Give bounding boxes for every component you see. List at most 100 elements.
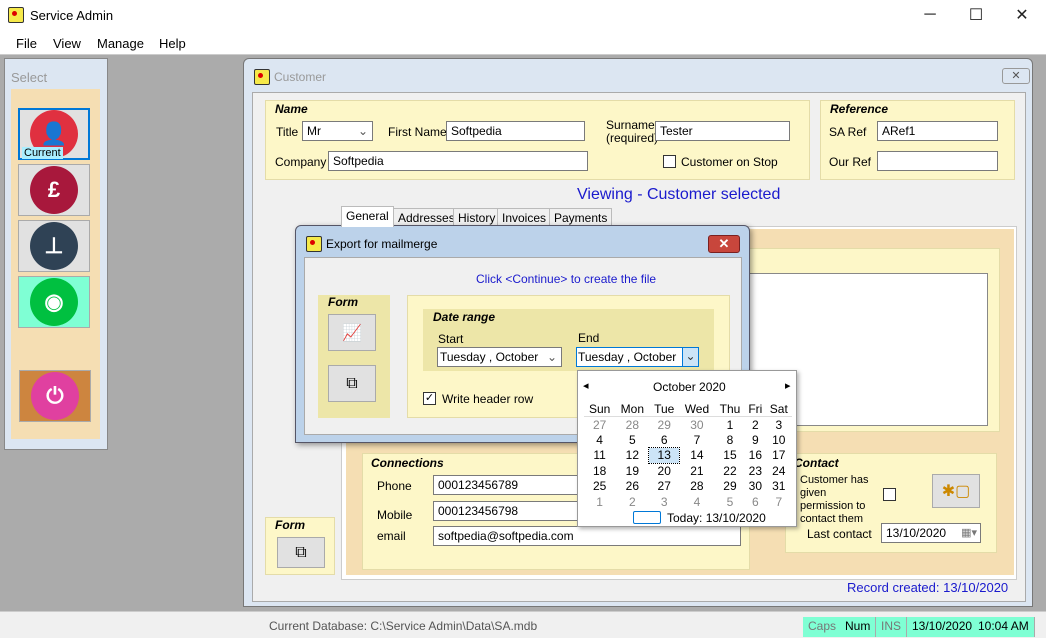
form-copy-button[interactable]: ⧉ <box>277 537 325 568</box>
customer-close-button[interactable]: ✕ <box>1002 68 1030 84</box>
calendar-day[interactable]: 6 <box>649 432 679 448</box>
calendar-day[interactable]: 27 <box>584 417 615 433</box>
last-contact-value: 13/10/2020 <box>886 526 947 540</box>
calendar-popup: ◂ October 2020 ▸ Sun Mon Tue Wed Thu Fri Sat 2… <box>577 370 797 527</box>
calendar-day[interactable]: 22 <box>715 463 745 479</box>
weekday-header: Wed <box>679 401 715 417</box>
calendar-month[interactable]: October 2020 <box>653 380 726 394</box>
calendar-day[interactable]: 2 <box>745 417 765 433</box>
calendar-day[interactable]: 30 <box>679 417 715 433</box>
continue-button[interactable]: 📈 <box>328 314 376 351</box>
calendar-day[interactable]: 5 <box>615 432 649 448</box>
calendar-day[interactable]: 11 <box>584 448 615 464</box>
title-select[interactable]: Mr ⌄ <box>302 121 373 141</box>
start-date-value: Tuesday , October <box>440 350 539 364</box>
sa-ref-label: SA Ref <box>829 125 867 139</box>
sa-ref-input[interactable]: ARef1 <box>877 121 998 141</box>
mobile-input[interactable]: 000123456798 <box>433 501 578 521</box>
menu-manage[interactable]: Manage <box>97 36 144 51</box>
calendar-day[interactable]: 27 <box>649 479 679 495</box>
calendar-day[interactable]: 12 <box>615 448 649 464</box>
power-button[interactable]: ⏻ <box>19 370 91 422</box>
email-input[interactable]: softpedia@softpedia.com <box>433 526 741 546</box>
menu-help[interactable]: Help <box>159 36 186 51</box>
calendar-grid: Sun Mon Tue Wed Thu Fri Sat 27 28 29 30 1 2 3 4 5 6 7 8 9 1… <box>584 401 792 510</box>
menu-view[interactable]: View <box>53 36 81 51</box>
write-header-checkbox[interactable]: ✓ <box>423 392 436 405</box>
maximize-button[interactable]: ☐ <box>953 0 999 30</box>
calendar-day[interactable]: 21 <box>679 463 715 479</box>
permission-checkbox[interactable] <box>883 488 896 501</box>
chevron-down-icon[interactable]: ⌄ <box>682 348 698 366</box>
calendar-day[interactable]: 15 <box>715 448 745 464</box>
company-input[interactable]: Softpedia <box>328 151 588 171</box>
chevron-down-icon: ⌄ <box>357 124 368 138</box>
last-contact-date[interactable]: 13/10/2020 ▦▾ <box>881 523 981 543</box>
title-value: Mr <box>307 124 321 138</box>
calendar-day[interactable]: 30 <box>745 479 765 495</box>
email-label: email <box>377 529 406 543</box>
calendar-day[interactable]: 29 <box>649 417 679 433</box>
calendar-day[interactable]: 31 <box>766 479 792 495</box>
calendar-icon: ▦▾ <box>961 527 977 539</box>
calendar-day[interactable]: 28 <box>679 479 715 495</box>
nav-current-button[interactable]: 👤 Current <box>18 108 90 160</box>
calendar-day[interactable]: 18 <box>584 463 615 479</box>
calendar-day[interactable]: 29 <box>715 479 745 495</box>
calendar-day[interactable]: 9 <box>745 432 765 448</box>
calendar-day[interactable]: 26 <box>615 479 649 495</box>
start-date-picker[interactable]: Tuesday , October ⌄ <box>437 347 562 367</box>
calendar-day[interactable]: 8 <box>715 432 745 448</box>
calendar-day[interactable]: 3 <box>649 494 679 510</box>
prev-month-icon[interactable]: ◂ <box>583 379 589 392</box>
calendar-day[interactable]: 13 <box>648 446 681 464</box>
calendar-day[interactable]: 3 <box>766 417 792 433</box>
dialog-close-button[interactable]: ✕ <box>708 235 740 253</box>
calendar-day[interactable]: 16 <box>745 448 765 464</box>
nav-disc-button[interactable]: ◉ <box>18 276 90 328</box>
power-icon: ⏻ <box>31 372 79 420</box>
weekday-header: Fri <box>745 401 766 417</box>
nav-hierarchy-button[interactable]: ⊥ <box>18 220 90 272</box>
new-contact-button[interactable]: ✱▢ <box>932 474 980 508</box>
menu-file[interactable]: File <box>16 36 37 51</box>
copy-button[interactable]: ⧉ <box>328 365 376 402</box>
calendar-day[interactable]: 25 <box>584 479 615 495</box>
calendar-day[interactable]: 4 <box>584 432 615 448</box>
next-month-icon[interactable]: ▸ <box>785 379 791 392</box>
calendar-week: 27 28 29 30 1 2 3 <box>584 417 792 433</box>
customer-on-stop-checkbox[interactable] <box>663 155 676 168</box>
our-ref-input[interactable] <box>877 151 998 171</box>
calendar-day[interactable]: 2 <box>615 494 649 510</box>
calendar-day[interactable]: 14 <box>679 448 715 464</box>
calendar-day[interactable]: 17 <box>766 448 792 464</box>
calendar-day[interactable]: 20 <box>649 463 679 479</box>
calendar-day[interactable]: 7 <box>679 432 715 448</box>
title-label: Title <box>276 125 299 139</box>
phone-input[interactable]: 000123456789 <box>433 475 578 495</box>
today-marker <box>633 511 661 524</box>
calendar-day[interactable]: 5 <box>715 494 745 510</box>
close-button[interactable]: ✕ <box>999 0 1045 30</box>
today-link[interactable]: Today: 13/10/2020 <box>667 511 766 525</box>
end-date-picker[interactable]: Tuesday , October ⌄ <box>576 347 699 367</box>
calendar-day[interactable]: 24 <box>766 463 792 479</box>
first-name-input[interactable]: Softpedia <box>446 121 585 141</box>
tab-general[interactable]: General <box>341 206 394 227</box>
calendar-day[interactable]: 10 <box>766 432 792 448</box>
nav-finance-button[interactable]: £ <box>18 164 90 216</box>
calendar-day[interactable]: 1 <box>715 417 745 433</box>
calendar-day[interactable]: 6 <box>745 494 765 510</box>
minimize-button[interactable]: ─ <box>907 0 953 30</box>
calendar-day[interactable]: 23 <box>745 463 765 479</box>
calendar-week: 18 19 20 21 22 23 24 <box>584 463 792 479</box>
calendar-day[interactable]: 4 <box>679 494 715 510</box>
caps-indicator: Caps <box>803 617 843 637</box>
dialog-form-title: Form <box>328 295 358 309</box>
calendar-day[interactable]: 7 <box>766 494 792 510</box>
surname-input[interactable]: Tester <box>655 121 790 141</box>
calendar-day[interactable]: 19 <box>615 463 649 479</box>
calendar-day[interactable]: 1 <box>584 494 615 510</box>
connections-title: Connections <box>371 456 444 470</box>
calendar-day[interactable]: 28 <box>615 417 649 433</box>
